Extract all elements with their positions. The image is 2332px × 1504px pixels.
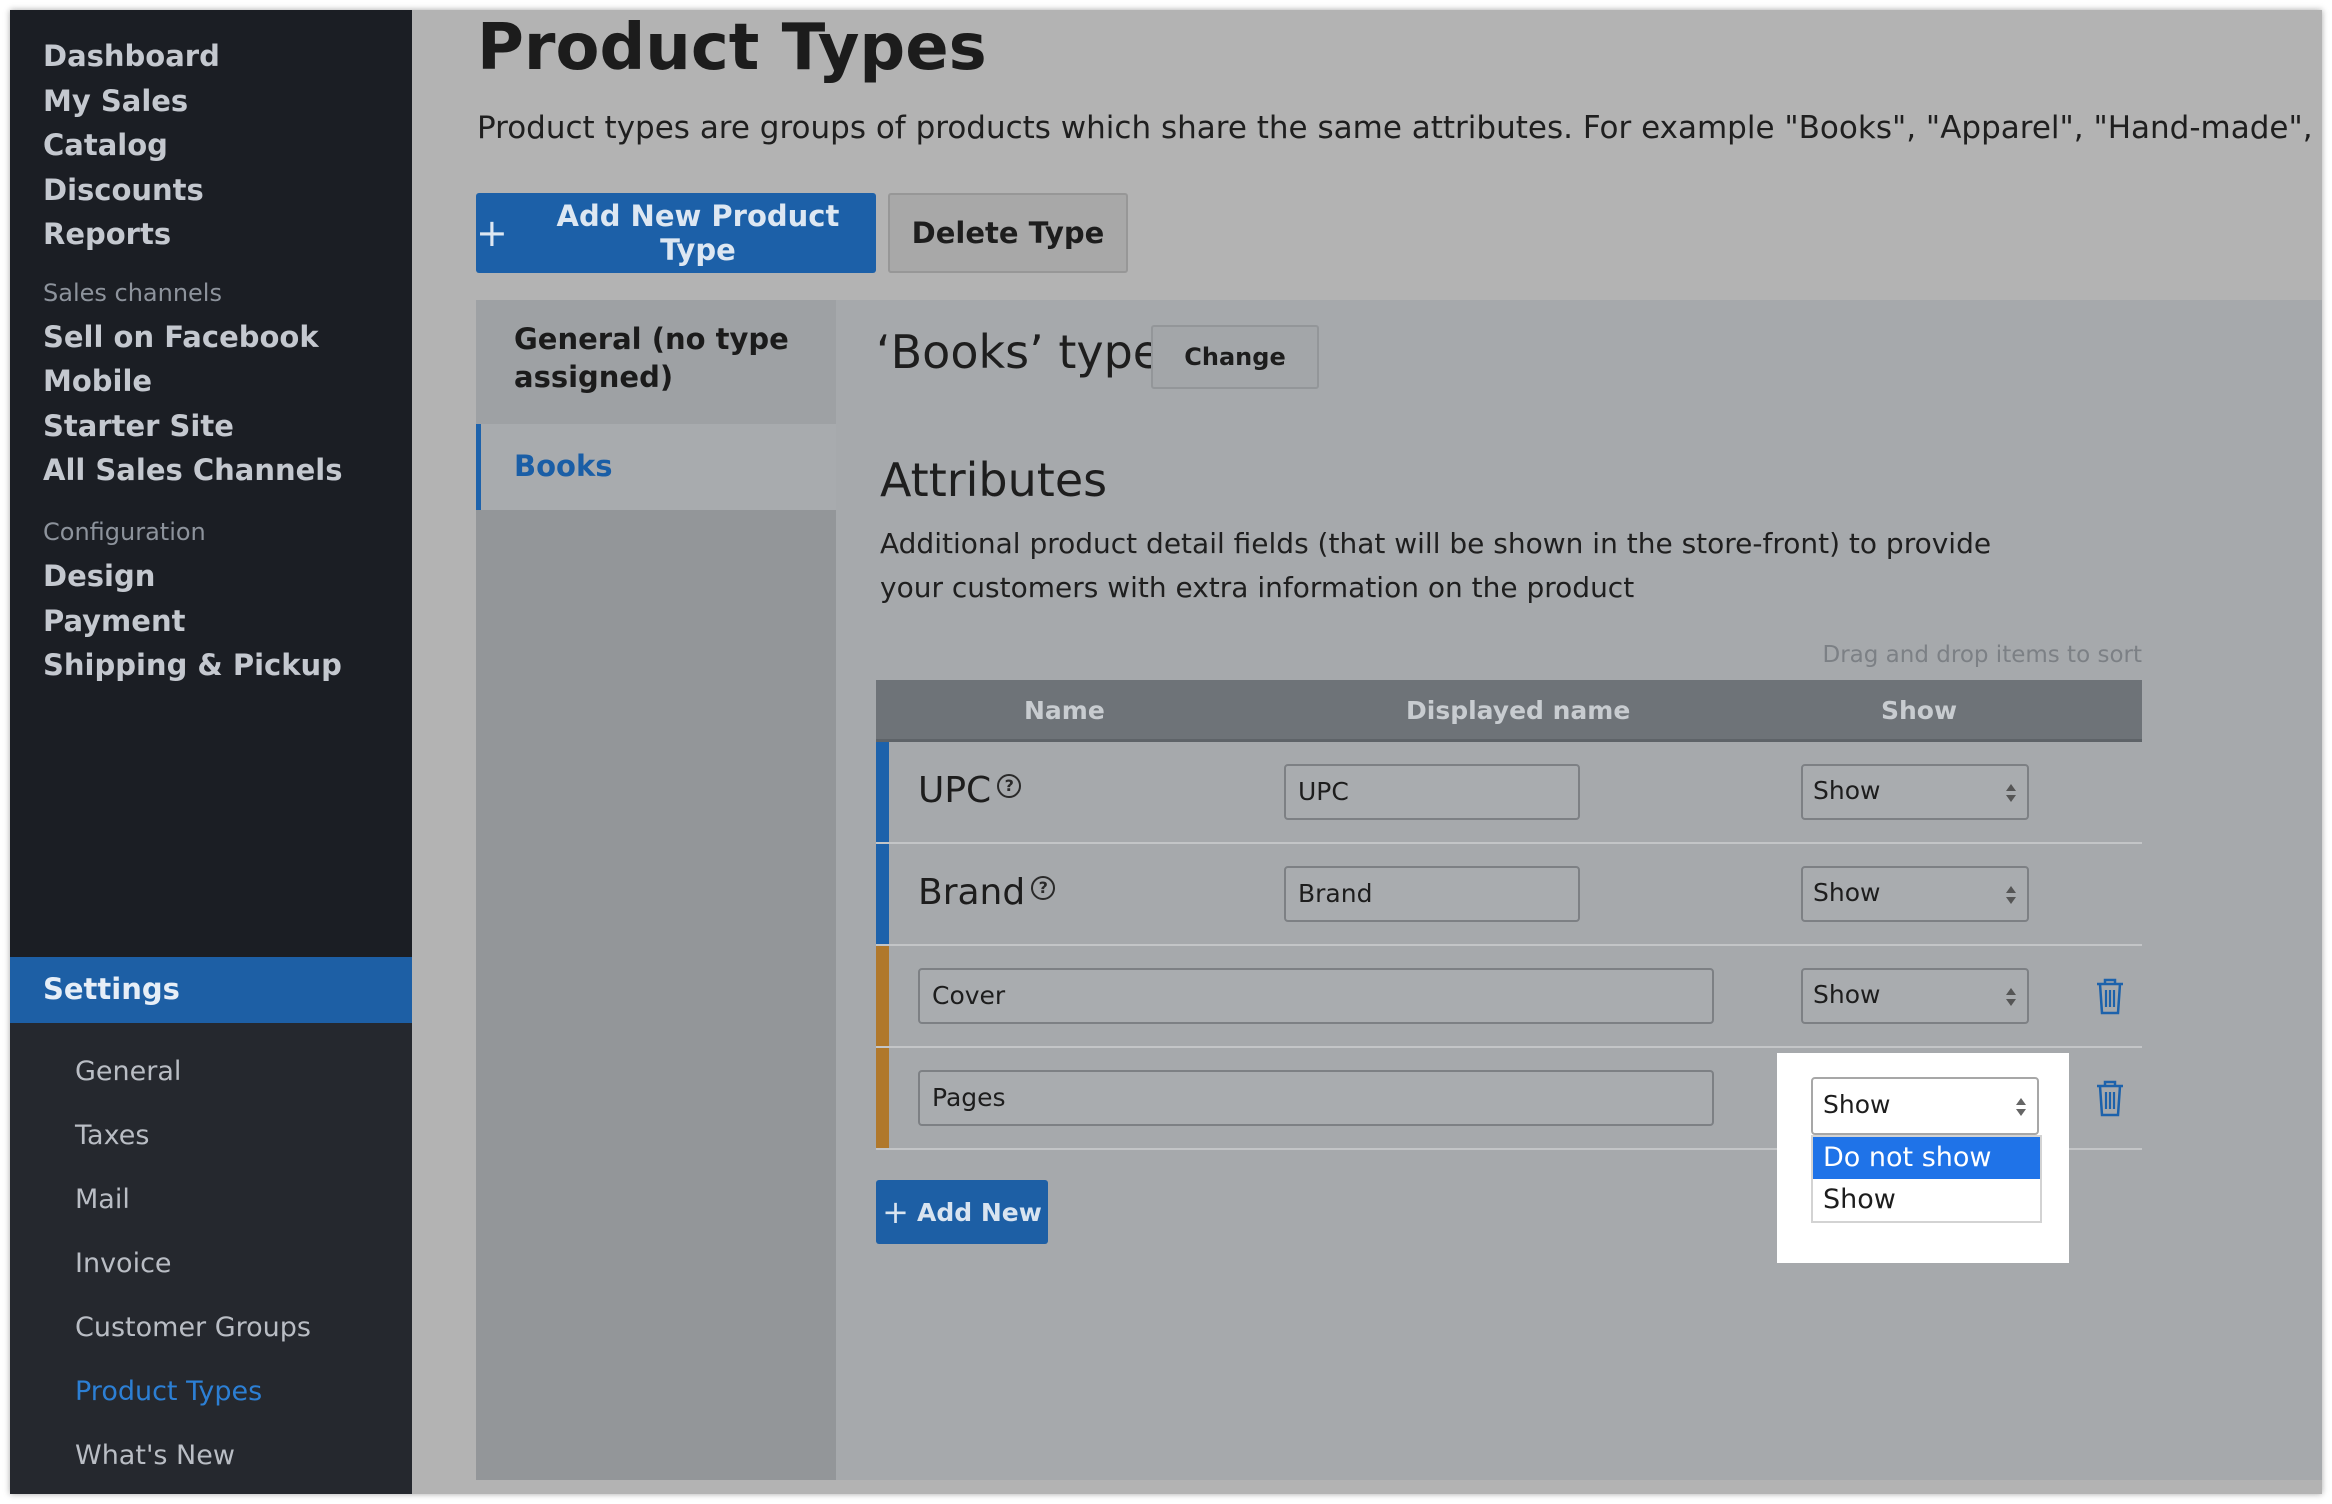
sidebar-item-catalog[interactable]: Catalog: [43, 125, 168, 165]
dropdown-options: Do not show Show: [1811, 1135, 2042, 1223]
trash-icon[interactable]: [2094, 976, 2126, 1016]
sidebar-item-design[interactable]: Design: [43, 556, 155, 596]
add-new-attribute-label: Add New: [916, 1197, 1042, 1227]
sidebar-item-dashboard[interactable]: Dashboard: [43, 36, 220, 76]
drag-handle[interactable]: [876, 946, 889, 1046]
subnav-item-taxes[interactable]: Taxes: [75, 1117, 149, 1155]
product-types-list: General (no type assigned) Books: [476, 300, 836, 1480]
subnav-item-product-types[interactable]: Product Types: [75, 1373, 262, 1411]
type-item-books[interactable]: Books: [476, 424, 836, 510]
sidebar-item-reports[interactable]: Reports: [43, 214, 171, 254]
sidebar-item-settings-label: Settings: [43, 972, 180, 1006]
add-new-product-type-button[interactable]: + Add New Product Type: [476, 193, 876, 273]
show-select[interactable]: Show: [1801, 866, 2029, 922]
trash-icon[interactable]: [2094, 1078, 2126, 1118]
show-select-value: Show: [1813, 776, 1881, 805]
updown-arrows-icon: [2006, 988, 2016, 1006]
subnav-item-general[interactable]: General: [75, 1053, 181, 1091]
sidebar-item-shipping-pickup[interactable]: Shipping & Pickup: [43, 645, 342, 685]
help-circle-icon[interactable]: ?: [997, 774, 1022, 798]
updown-arrows-icon: [2016, 1098, 2026, 1116]
sidebar-item-all-sales-channels[interactable]: All Sales Channels: [43, 450, 343, 490]
delete-type-button[interactable]: Delete Type: [888, 193, 1128, 273]
drag-handle[interactable]: [876, 1048, 889, 1148]
drag-handle[interactable]: [876, 844, 889, 944]
show-select-open[interactable]: Show: [1811, 1077, 2039, 1135]
type-item-general-label: General (no type assigned): [514, 322, 789, 394]
plus-icon: +: [476, 211, 508, 255]
subnav-item-invoice[interactable]: Invoice: [75, 1245, 172, 1283]
column-header-name: Name: [1024, 696, 1105, 725]
table-row[interactable]: Brand ? Brand Show: [876, 844, 2142, 946]
attribute-name-text: UPC: [918, 770, 992, 811]
sidebar: Dashboard My Sales Catalog Discounts Rep…: [10, 10, 412, 1494]
sidebar-item-discounts[interactable]: Discounts: [43, 170, 204, 210]
updown-arrows-icon: [2006, 784, 2016, 802]
sidebar-section-sales-channels: Sales channels: [43, 279, 222, 307]
show-select-value: Show: [1823, 1090, 1891, 1119]
updown-arrows-icon: [2006, 886, 2016, 904]
sidebar-item-settings[interactable]: Settings: [10, 957, 412, 1023]
change-type-button[interactable]: Change: [1151, 325, 1319, 389]
plus-icon: +: [882, 1193, 909, 1231]
sidebar-item-my-sales[interactable]: My Sales: [43, 81, 188, 121]
attribute-name: Brand ?: [918, 870, 1056, 916]
help-circle-icon[interactable]: ?: [1031, 876, 1056, 900]
drag-hint: Drag and drop items to sort: [1822, 642, 2142, 668]
sidebar-item-mobile[interactable]: Mobile: [43, 361, 152, 401]
sidebar-item-sell-on-facebook[interactable]: Sell on Facebook: [43, 317, 319, 357]
custom-attribute-name-input[interactable]: Cover: [918, 968, 1714, 1024]
subnav-item-customer-groups[interactable]: Customer Groups: [75, 1309, 311, 1347]
table-row[interactable]: UPC ? UPC Show: [876, 742, 2142, 844]
sidebar-item-payment[interactable]: Payment: [43, 601, 185, 641]
table-row[interactable]: Cover Show: [876, 946, 2142, 1048]
displayed-name-input[interactable]: UPC: [1284, 764, 1580, 820]
type-title: ‘Books’ type: [876, 325, 1162, 379]
column-header-displayed-name: Displayed name: [1406, 696, 1631, 725]
table-header: Name Displayed name Show: [876, 680, 2142, 742]
attribute-name: UPC ?: [918, 768, 1022, 814]
attributes-description: Additional product detail fields (that w…: [880, 527, 1992, 604]
open-dropdown-highlight: Show Do not show Show: [1777, 1053, 2069, 1263]
option-do-not-show[interactable]: Do not show: [1813, 1137, 2040, 1179]
drag-handle[interactable]: [876, 742, 889, 842]
sidebar-item-starter-site[interactable]: Starter Site: [43, 406, 234, 446]
settings-subnav: General Taxes Mail Invoice Customer Grou…: [10, 1023, 412, 1494]
attributes-title: Attributes: [880, 453, 1108, 507]
subnav-item-mail[interactable]: Mail: [75, 1181, 130, 1219]
page-title: Product Types: [477, 11, 987, 85]
sidebar-section-configuration: Configuration: [43, 518, 206, 546]
column-header-show: Show: [1881, 696, 1958, 725]
subnav-item-whats-new[interactable]: What's New: [75, 1437, 235, 1475]
type-item-general[interactable]: General (no type assigned): [476, 300, 836, 424]
show-select[interactable]: Show: [1801, 968, 2029, 1024]
type-item-books-label: Books: [514, 449, 613, 483]
add-new-attribute-button[interactable]: + Add New: [876, 1180, 1048, 1244]
show-select[interactable]: Show: [1801, 764, 2029, 820]
add-new-product-type-label: Add New Product Type: [556, 199, 840, 267]
option-show[interactable]: Show: [1813, 1179, 2040, 1221]
page-description: Product types are groups of products whi…: [477, 110, 2322, 146]
type-detail-panel: ‘Books’ type Change Attributes Additiona…: [836, 300, 2322, 1480]
custom-attribute-name-input[interactable]: Pages: [918, 1070, 1714, 1126]
show-select-value: Show: [1813, 878, 1881, 907]
attribute-name-text: Brand: [918, 872, 1026, 913]
show-select-value: Show: [1813, 980, 1881, 1009]
displayed-name-input[interactable]: Brand: [1284, 866, 1580, 922]
app-window: Dashboard My Sales Catalog Discounts Rep…: [10, 10, 2322, 1494]
